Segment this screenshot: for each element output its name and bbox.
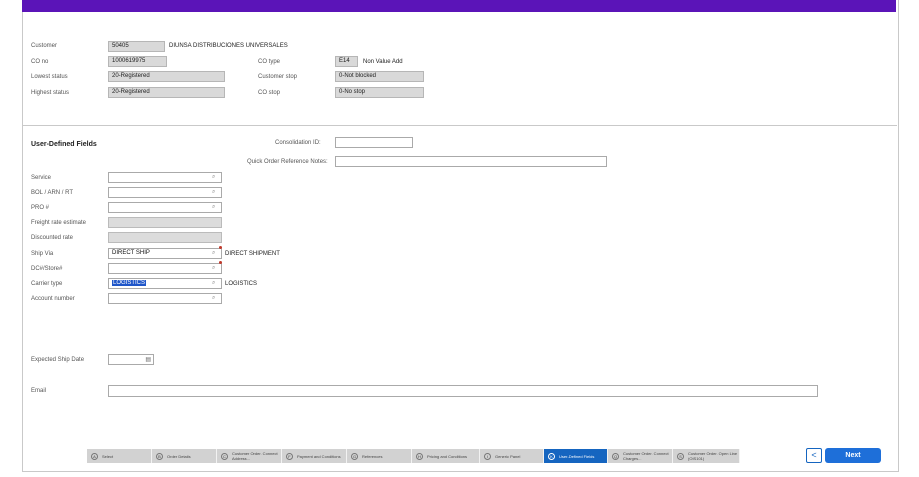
step-order-details[interactable]: B Order Details [152,449,217,463]
step-label: Payment and Conditions [297,453,341,459]
step-pricing-conditions[interactable]: H Pricing and Conditions [412,449,480,463]
pro-input[interactable]: ⌕ [108,202,222,213]
step-marker: S [677,452,684,460]
search-icon[interactable]: ⌕ [212,250,219,257]
back-button[interactable]: < [806,448,822,463]
customer-stop-field: 0-Not blocked [335,71,424,82]
step-marker: G [351,452,358,460]
discounted-rate-input [108,232,222,243]
quick-notes-label: Quick Order Reference Notes: [247,159,328,165]
required-marker [219,261,222,264]
co-no-label: CO no [31,59,49,65]
section-title: User-Defined Fields [31,141,97,148]
top-accent-bar [22,0,896,12]
expected-ship-date-input[interactable]: ▤ [108,354,154,365]
quick-notes-input[interactable] [335,156,607,167]
discounted-rate-label: Discounted rate [31,235,74,241]
search-icon[interactable]: ⌕ [212,280,219,287]
email-label: Email [31,388,47,394]
lowest-status-field: 20-Registered [108,71,225,82]
co-no-field: 1000619975 [108,56,167,67]
step-label: Select [102,453,114,459]
consolidation-input[interactable] [335,137,413,148]
carrier-type-label: Carrier type [31,281,63,287]
step-label: Generic Panel [495,453,521,459]
chevron-left-icon: < [811,450,817,460]
step-label: References [362,453,383,459]
step-references[interactable]: G References [347,449,412,463]
ship-via-input[interactable]: DIRECT SHIP ⌕ [108,246,222,259]
co-stop-label: CO stop [258,90,281,96]
customer-stop-label: Customer stop [258,74,298,80]
step-payment-conditions[interactable]: F Payment and Conditions [282,449,347,463]
consolidation-label: Consolidation ID: [275,140,321,146]
highest-status-label: Highest status [31,90,70,96]
bol-input[interactable]: ⌕ [108,187,222,198]
search-icon[interactable]: ⌕ [212,174,219,181]
step-label: Customer Order. Open Line (OIS101) [688,451,738,461]
step-connect-charges[interactable]: Q Customer Order. Connect Charges... [608,449,673,463]
step-select[interactable]: A Select [87,449,152,463]
co-type-field: E14 [335,56,358,67]
co-stop-field: 0-No stop [335,87,424,98]
step-label: Order Details [167,453,191,459]
calendar-icon[interactable]: ▤ [145,356,151,364]
co-type-label: CO type [258,59,281,65]
customer-label: Customer [31,43,58,49]
step-marker: Q [612,452,619,460]
email-input[interactable] [108,385,818,397]
step-marker: K [548,452,555,460]
step-marker: F [286,452,293,460]
lowest-status-label: Lowest status [31,74,68,80]
highest-status-field: 20-Registered [108,87,225,98]
next-button[interactable]: Next [825,448,881,463]
customer-number-field: 50405 [108,41,165,52]
service-label: Service [31,175,52,181]
ship-via-label: Ship Via [31,251,54,257]
step-label: User-Defined Fields [559,453,595,459]
step-marker: A [91,452,98,460]
freight-rate-input [108,217,222,228]
step-user-defined-fields[interactable]: K User-Defined Fields [544,449,608,463]
step-marker: I [484,452,491,460]
step-label: Pricing and Conditions [427,453,468,459]
search-icon[interactable]: ⌕ [212,204,219,211]
search-icon[interactable]: ⌕ [212,189,219,196]
step-marker: B [156,452,163,460]
step-marker: C [221,452,228,460]
search-icon[interactable]: ⌕ [212,265,219,272]
dc-store-input[interactable]: ⌕ [108,261,222,274]
section-divider [22,125,897,126]
pro-label: PRO # [31,205,50,211]
dc-store-label: DC#/Store# [31,266,63,272]
carrier-type-description: LOGISTICS [225,281,258,287]
service-input[interactable]: ⌕ [108,172,222,183]
expected-ship-date-label: Expected Ship Date [31,357,85,363]
bol-label: BOL / ARN / RT [31,190,74,196]
customer-name: DIUNSA DISTRIBUCIONES UNIVERSALES [169,43,288,49]
step-label: Customer Order. Connect Address... [232,451,278,461]
freight-rate-label: Freight rate estimate [31,220,87,226]
required-marker [219,246,222,249]
carrier-type-value: LOGISTICS [112,280,147,286]
step-marker: H [416,452,423,460]
step-connect-address[interactable]: C Customer Order. Connect Address... [217,449,282,463]
co-type-description: Non Value Add [363,59,403,65]
step-generic-panel[interactable]: I Generic Panel [480,449,544,463]
step-open-line[interactable]: S Customer Order. Open Line (OIS101) [673,449,740,463]
step-label: Customer Order. Connect Charges... [623,451,669,461]
carrier-type-input[interactable]: LOGISTICS ⌕ [108,278,222,289]
account-number-label: Account number [31,296,75,302]
ship-via-description: DIRECT SHIPMENT [225,251,280,257]
account-number-input[interactable]: ⌕ [108,293,222,304]
ship-via-value: DIRECT SHIP [112,250,150,256]
search-icon[interactable]: ⌕ [212,295,219,302]
